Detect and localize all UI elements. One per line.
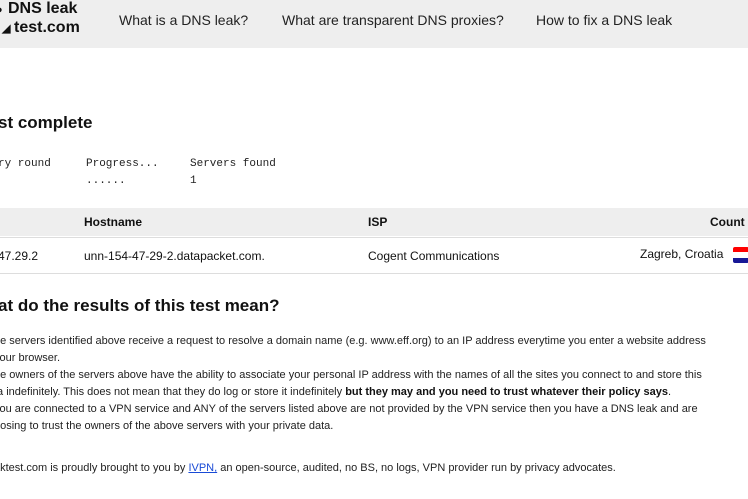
footer-pre: aktest.com is proudly brought to you by [0,462,189,474]
progress-value: ...... [86,175,126,187]
logo-text-line2: test.com [14,19,80,36]
meaning-paragraph-3: you are connected to a VPN service and A… [0,401,698,435]
nav-transparent-dns-proxies[interactable]: What are transparent DNS proxies? [282,12,504,28]
row-hostname: unn-154-47-29-2.datapacket.com. [84,249,265,263]
p1-line2: your browser. [0,352,61,364]
row-ip: 47.29.2 [0,249,39,263]
p1-line1: he servers identified above receive a re… [0,335,706,347]
p2-line1: he owners of the servers above have the … [0,369,702,381]
footer-credit: aktest.com is proudly brought to you by … [0,460,616,477]
servers-found-value: 1 [190,175,197,187]
meaning-paragraph-2: he owners of the servers above have the … [0,367,702,401]
col-header-isp: ISP [368,215,388,229]
results-meaning-heading: at do the results of this test mean? [0,296,280,315]
nav-what-is-dns-leak[interactable]: What is a DNS leak? [119,12,248,28]
logo-mark-icon: ● [0,2,8,19]
croatia-flag-icon [733,247,748,263]
col-header-country: Count [710,215,745,229]
row-country: Zagreb, Croatia [640,247,724,261]
p2-line2-bold: but they may and you need to trust whate… [345,386,668,398]
row-isp: Cogent Communications [368,249,500,263]
servers-found-label: Servers found [190,158,276,170]
progress-label: Progress... [86,158,159,170]
logo-mark-icon-2: ◢ [2,23,11,35]
col-header-hostname: Hostname [84,215,143,229]
results-table-header: Hostname ISP Count [0,208,748,236]
p2-line2-post: . [667,386,671,398]
p2-line2-pre: ta indefinitely. This does not mean that… [0,386,346,398]
site-logo[interactable]: ●DNS leak ◢test.com [0,0,80,38]
p3-line1: you are connected to a VPN service and A… [0,403,698,415]
p3-line2: oosing to trust the owners of the above … [0,420,334,432]
nav-how-to-fix[interactable]: How to fix a DNS leak [536,12,672,28]
logo-text-line1: DNS leak [8,0,78,17]
ivpn-link[interactable]: IVPN, [188,462,217,474]
footer-post: an open-source, audited, no BS, no logs,… [217,462,616,474]
table-row: 47.29.2 unn-154-47-29-2.datapacket.com. … [0,237,748,274]
top-header: ●DNS leak ◢test.com What is a DNS leak? … [0,0,748,48]
meaning-paragraph-1: he servers identified above receive a re… [0,333,706,367]
query-round-label: ry round [0,158,51,170]
test-complete-heading: st complete [0,113,93,132]
